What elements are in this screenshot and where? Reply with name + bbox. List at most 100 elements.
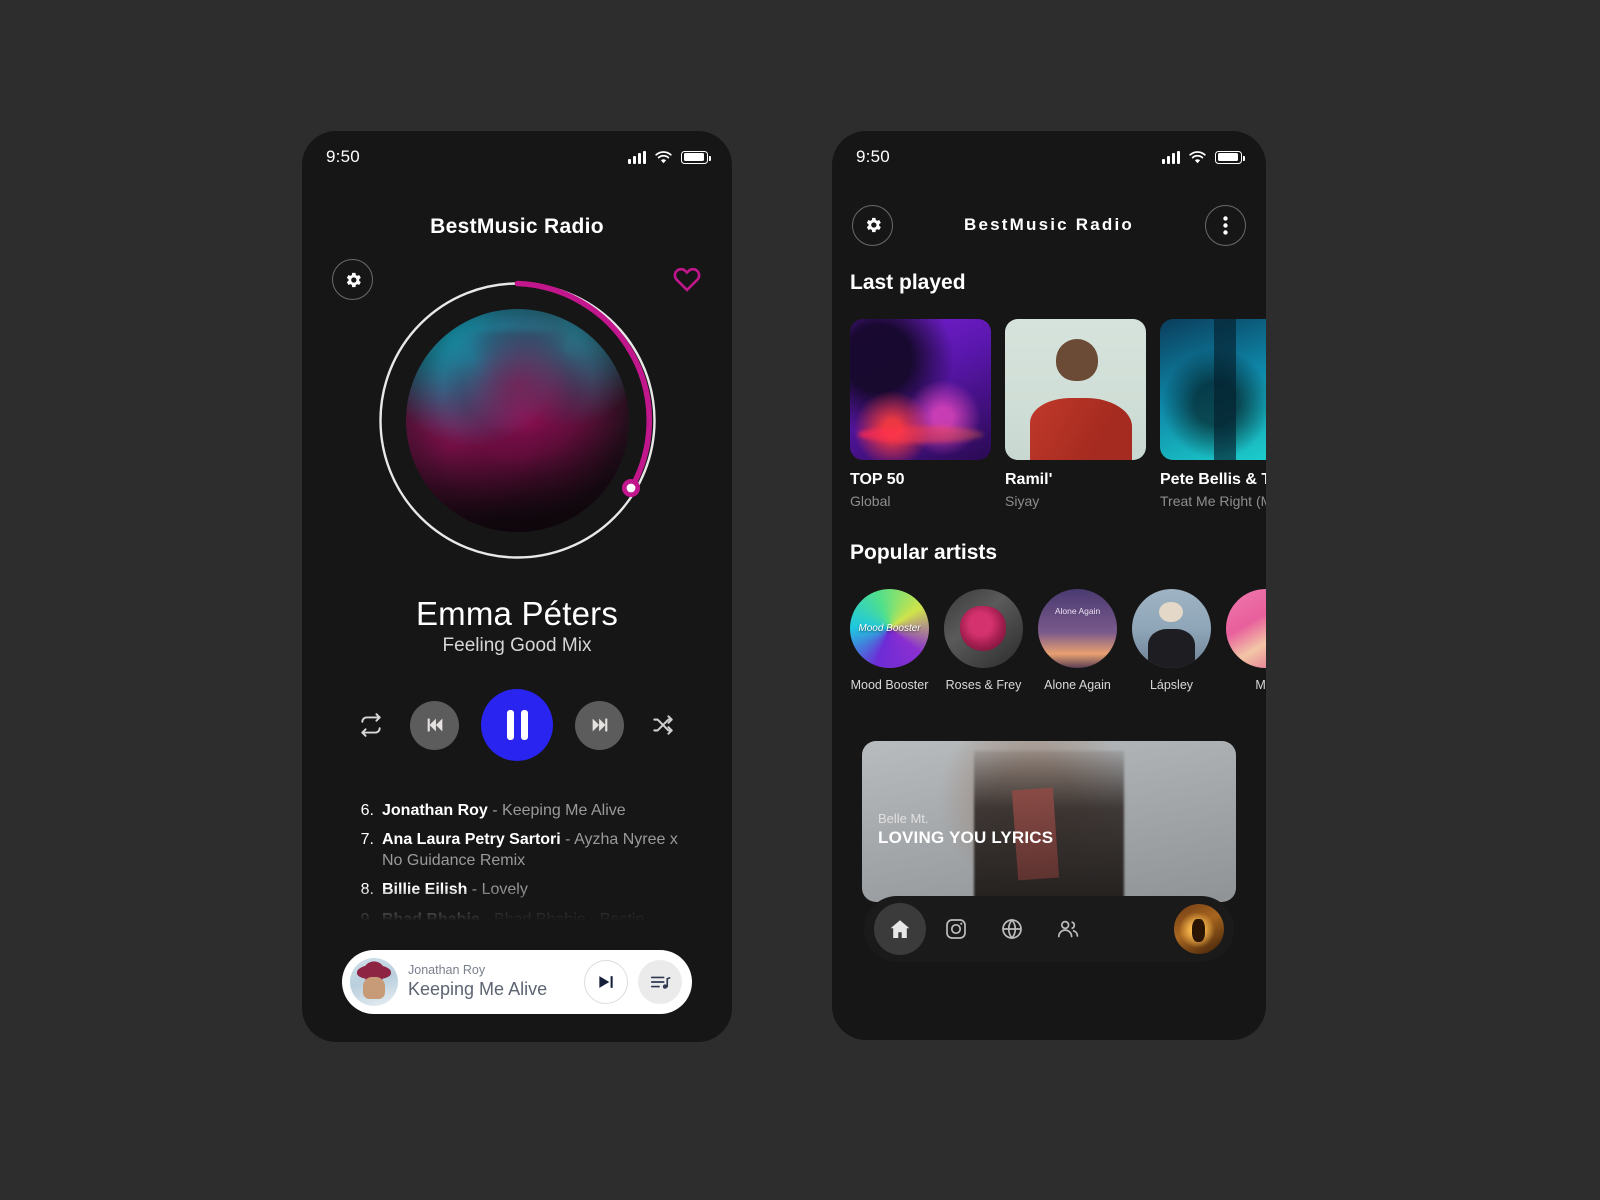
last-played-card[interactable]: Ramil' Siyay [1005, 319, 1146, 509]
track-row[interactable]: 9. Bhad Bhabie - Bhad Bhabie - Bestie [354, 910, 694, 921]
player-controls [302, 686, 732, 764]
signal-bars-icon [628, 150, 646, 164]
mood-booster-cover [850, 589, 929, 668]
settings-button[interactable] [332, 259, 373, 300]
mini-next-button[interactable] [584, 960, 628, 1004]
previous-button[interactable] [410, 700, 459, 750]
ramil-portrait-artwork [1005, 319, 1146, 460]
more-options-button[interactable] [1205, 204, 1246, 246]
favorite-button[interactable] [672, 265, 702, 292]
status-icons [628, 150, 711, 164]
artist-label: Mood Booster [850, 678, 929, 692]
artist-avatar [350, 958, 398, 1006]
track-artist: Jonathan Roy [382, 802, 488, 819]
artist-label: Alone Again [1044, 678, 1111, 692]
more-vertical-icon [1223, 215, 1228, 235]
artist-label: MØ [1255, 678, 1266, 692]
track-number: 9. [360, 910, 374, 921]
track-artist: Bhad Bhabie [382, 910, 480, 921]
now-playing-mix: Feeling Good Mix [442, 635, 592, 656]
next-track-icon [596, 972, 616, 992]
previous-track-icon [424, 714, 446, 736]
last-played-card[interactable]: Pete Bellis & To Treat Me Right (Ma [1160, 319, 1266, 509]
artist-card[interactable]: Roses & Frey [944, 589, 1023, 692]
play-pause-button[interactable] [481, 689, 553, 761]
phone-right-home-screen: 9:50 BestMusic Radio Last played TOP 50 … [832, 131, 1266, 1040]
featured-song: LOVING YOU LYRICS [878, 828, 1054, 847]
battery-icon [681, 150, 711, 164]
settings-button[interactable] [852, 204, 893, 246]
artist-card[interactable]: Mood Booster [850, 589, 929, 692]
card-title: Ramil' [1005, 471, 1053, 488]
repeat-button[interactable] [354, 708, 388, 742]
artist-card[interactable]: MØ [1226, 589, 1266, 692]
artist-label: Roses & Frey [945, 678, 1022, 692]
artist-card[interactable]: Lápsley [1132, 589, 1211, 692]
progress-ring[interactable] [376, 279, 659, 562]
shuffle-button[interactable] [646, 708, 680, 742]
nav-item-globe[interactable] [986, 903, 1038, 955]
globe-icon [1000, 917, 1024, 941]
now-playing-artist: Emma Péters [415, 595, 619, 632]
queue-button[interactable] [638, 960, 682, 1004]
last-played-row[interactable]: TOP 50 Global Ramil' Siyay Pete Bellis &… [850, 319, 1266, 509]
track-row[interactable]: 8. Billie Eilish - Lovely [354, 880, 694, 900]
card-title: TOP 50 [850, 471, 905, 488]
card-subtitle: Global [850, 493, 891, 509]
nav-item-home[interactable] [874, 903, 926, 955]
phone-left-player-screen: 9:50 BestMusic Radio Emma Péters Feeling… [302, 131, 732, 1042]
track-row[interactable]: 7. Ana Laura Petry Sartori - Ayzha Nyree… [354, 830, 694, 871]
status-icons [1162, 150, 1245, 164]
track-artist: Billie Eilish [382, 881, 468, 899]
pause-icon [506, 710, 528, 740]
wifi-icon [655, 150, 672, 164]
wifi-icon [1189, 150, 1206, 164]
status-bar-right: 9:50 [832, 131, 1266, 183]
featured-artist: Belle Mt. [878, 811, 929, 826]
roses-cover [944, 589, 1023, 668]
mo-portrait [1226, 589, 1266, 668]
heart-icon [672, 265, 702, 292]
featured-track-card[interactable]: Belle Mt. LOVING YOU LYRICS [862, 741, 1236, 902]
track-number: 6. [360, 802, 374, 819]
page-title: BestMusic Radio [964, 215, 1134, 234]
track-list[interactable]: 6. Jonathan Roy - Keeping Me Alive 7. An… [354, 801, 694, 921]
artist-card[interactable]: Alone Again [1038, 589, 1117, 692]
gear-icon [863, 215, 883, 235]
repeat-icon [358, 712, 384, 738]
popular-artists-row[interactable]: Mood Booster Roses & Frey Alone Again Lá… [850, 589, 1266, 692]
artist-label: Lápsley [1149, 678, 1194, 692]
status-time: 9:50 [856, 147, 890, 166]
next-track-icon [589, 714, 611, 736]
section-heading-last-played: Last played [850, 271, 966, 294]
shuffle-icon [650, 712, 676, 738]
status-time: 9:50 [326, 147, 360, 166]
battery-icon [1215, 150, 1245, 164]
gear-icon [343, 270, 363, 290]
track-artist: Ana Laura Petry Sartori [382, 831, 561, 849]
album-art-with-progress[interactable] [376, 279, 659, 562]
track-title: Bhad Bhabie - Bestie [494, 910, 645, 921]
track-title: Keeping Me Alive [502, 802, 626, 819]
app-header: BestMusic Radio [832, 201, 1266, 249]
nav-item-friends[interactable] [1042, 903, 1094, 955]
lapsley-portrait [1132, 589, 1211, 668]
track-row[interactable]: 6. Jonathan Roy - Keeping Me Alive [354, 801, 694, 821]
card-subtitle: Treat Me Right (Ma [1160, 493, 1266, 509]
track-title: Lovely [481, 881, 528, 899]
instagram-icon [944, 917, 968, 941]
screenshot-canvas: 9:50 BestMusic Radio Emma Péters Feeling… [0, 0, 1600, 1200]
last-played-card[interactable]: TOP 50 Global [850, 319, 991, 509]
mini-player-bar[interactable]: Jonathan Roy Keeping Me Alive [342, 950, 692, 1014]
nav-item-instagram[interactable] [930, 903, 982, 955]
next-button[interactable] [575, 700, 624, 750]
playlist-queue-icon [649, 971, 671, 993]
track-number: 8. [360, 881, 374, 899]
track-number: 7. [360, 831, 374, 849]
status-bar-left: 9:50 [302, 131, 732, 183]
user-avatar[interactable] [1174, 904, 1224, 954]
alone-again-cover [1038, 589, 1117, 668]
blue-palms-artwork [1160, 319, 1266, 460]
signal-bars-icon [1162, 150, 1180, 164]
home-icon [888, 917, 912, 941]
